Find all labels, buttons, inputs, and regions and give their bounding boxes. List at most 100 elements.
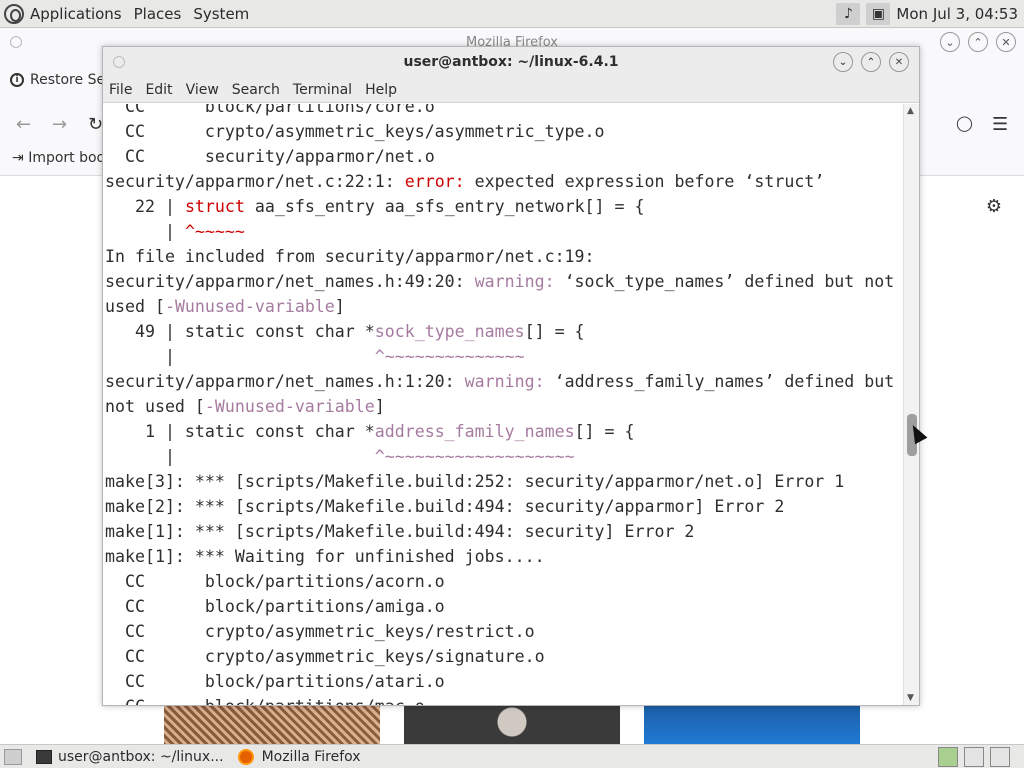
menu-edit[interactable]: Edit	[145, 82, 172, 98]
menu-applications[interactable]: Applications	[30, 5, 122, 23]
taskbar-item-label: user@antbox: ~/linux...	[58, 748, 224, 765]
terminal-text: make[3]: *** [scripts/Makefile.build:252…	[105, 472, 845, 491]
warning-text: ^~~~~~~~~~~~~~~~~~~~	[374, 447, 575, 466]
scroll-down-icon[interactable]: ▼	[907, 693, 914, 703]
scrollbar[interactable]: ▲ ▼	[903, 104, 919, 705]
window-menu-icon[interactable]	[10, 36, 22, 48]
terminal-text: ]	[374, 397, 385, 416]
terminal-line: CC crypto/asymmetric_keys/signature.o	[105, 644, 894, 669]
menu-help[interactable]: Help	[365, 82, 397, 98]
terminal-text: [] = {	[524, 322, 585, 341]
maximize-icon[interactable]: ⌃	[861, 52, 881, 72]
terminal-line: make[2]: *** [scripts/Makefile.build:494…	[105, 494, 894, 519]
back-icon[interactable]: ←	[16, 114, 31, 135]
terminal-text: CC block/partitions/amiga.o	[105, 597, 445, 616]
terminal-line: | ^~~~~~~~~~~~~~~	[105, 344, 894, 369]
maximize-icon[interactable]: ⌃	[968, 32, 988, 52]
terminal-text: 49 | static const char *	[105, 322, 375, 341]
scroll-up-icon[interactable]: ▲	[907, 106, 914, 116]
menu-places[interactable]: Places	[134, 5, 182, 23]
menu-search[interactable]: Search	[232, 82, 280, 98]
terminal-line: CC block/partitions/amiga.o	[105, 594, 894, 619]
forward-icon[interactable]: →	[52, 114, 67, 135]
terminal-text: make[1]: *** Waiting for unfinished jobs…	[105, 547, 545, 566]
firefox-icon	[237, 748, 254, 765]
terminal-line: | ^~~~~~	[105, 219, 894, 244]
terminal-text: |	[105, 447, 375, 466]
terminal-line: | ^~~~~~~~~~~~~~~~~~~~	[105, 444, 894, 469]
terminal-window: user@antbox: ~/linux-6.4.1 ⌄ ⌃ ✕ File Ed…	[102, 46, 920, 706]
error-text: error:	[404, 172, 465, 191]
terminal-line: CC block/partitions/acorn.o	[105, 569, 894, 594]
terminal-icon	[36, 749, 52, 764]
warning-text: sock_type_names	[374, 322, 525, 341]
terminal-text: CC crypto/asymmetric_keys/asymmetric_typ…	[105, 122, 605, 141]
terminal-line: not used [-Wunused-variable]	[105, 394, 894, 419]
terminal-line: 22 | struct aa_sfs_entry aa_sfs_entry_ne…	[105, 194, 894, 219]
terminal-line: used [-Wunused-variable]	[105, 294, 894, 319]
minimize-icon[interactable]: ⌄	[940, 32, 960, 52]
warning-text: -Wunused-variable	[204, 397, 375, 416]
taskbar-item-terminal[interactable]: user@antbox: ~/linux...	[36, 749, 224, 765]
close-icon[interactable]: ✕	[889, 52, 909, 72]
wallpaper-thumbnail[interactable]	[644, 706, 860, 746]
error-text: ^~~~~~	[184, 222, 245, 241]
terminal-text: ‘sock_type_names’ defined but not	[554, 272, 895, 291]
menu-system[interactable]: System	[193, 5, 249, 23]
terminal-text: CC block/partitions/core.o	[105, 104, 435, 116]
taskbar-item-firefox[interactable]: Mozilla Firefox	[237, 748, 361, 765]
minimize-icon[interactable]: ⌄	[833, 52, 853, 72]
terminal-text: ]	[334, 297, 345, 316]
hamburger-menu-icon[interactable]: ☰	[992, 114, 1008, 135]
terminal-text: CC block/partitions/atari.o	[105, 672, 445, 691]
restore-session-button[interactable]: i Restore Se	[10, 72, 105, 88]
terminal-text: CC crypto/asymmetric_keys/signature.o	[105, 647, 545, 666]
error-text: struct	[184, 197, 245, 216]
import-icon: ⇥	[12, 150, 24, 166]
menu-terminal[interactable]: Terminal	[293, 82, 352, 98]
terminal-title: user@antbox: ~/linux-6.4.1	[403, 54, 619, 70]
terminal-line: make[1]: *** Waiting for unfinished jobs…	[105, 544, 894, 569]
terminal-text: security/apparmor/net.c:22:1:	[105, 172, 405, 191]
terminal-line: security/apparmor/net_names.h:49:20: war…	[105, 269, 894, 294]
terminal-line: CC block/partitions/mac.o	[105, 694, 894, 705]
workspace-2[interactable]	[964, 747, 984, 767]
terminal-text: CC block/partitions/acorn.o	[105, 572, 445, 591]
terminal-line: CC block/partitions/core.o	[105, 104, 894, 119]
show-desktop-icon[interactable]	[4, 748, 22, 765]
reload-icon[interactable]: ↻	[88, 114, 103, 135]
workspace-3[interactable]	[990, 747, 1010, 767]
terminal-text: 1 | static const char *	[105, 422, 375, 441]
bottom-panel: user@antbox: ~/linux... Mozilla Firefox	[0, 744, 1024, 768]
gear-icon[interactable]: ⚙	[986, 196, 1002, 217]
menu-view[interactable]: View	[186, 82, 219, 98]
terminal-text: CC security/apparmor/net.o	[105, 147, 435, 166]
close-icon[interactable]: ✕	[996, 32, 1016, 52]
terminal-text: used [	[105, 297, 165, 316]
distro-logo-icon[interactable]	[4, 3, 24, 24]
wallpaper-thumbnail[interactable]	[404, 706, 620, 746]
wallpaper-thumbnail[interactable]	[164, 706, 380, 746]
terminal-titlebar[interactable]: user@antbox: ~/linux-6.4.1 ⌄ ⌃ ✕	[103, 47, 919, 77]
window-menu-icon[interactable]	[113, 56, 125, 68]
workspace-1[interactable]	[938, 747, 958, 767]
network-icon[interactable]: ▣	[866, 3, 891, 25]
terminal-text: |	[105, 347, 375, 366]
terminal-line: CC crypto/asymmetric_keys/restrict.o	[105, 619, 894, 644]
terminal-lines: CC block/partitions/core.o CC crypto/asy…	[105, 104, 894, 705]
terminal-text: CC crypto/asymmetric_keys/restrict.o	[105, 622, 535, 641]
info-icon: i	[10, 73, 24, 87]
terminal-text: ‘address_family_names’ defined but	[544, 372, 895, 391]
terminal-text: not used [	[105, 397, 205, 416]
import-bookmarks-button[interactable]: ⇥ Import boo	[12, 150, 105, 166]
volume-icon[interactable]: ♪	[836, 3, 861, 25]
warning-text: ^~~~~~~~~~~~~~~	[374, 347, 525, 366]
pocket-icon[interactable]: ◯	[956, 114, 973, 132]
warning-text: warning:	[474, 272, 555, 291]
terminal-line: 49 | static const char *sock_type_names[…	[105, 319, 894, 344]
terminal-text: 22 |	[105, 197, 185, 216]
clock[interactable]: Mon Jul 3, 04:53	[896, 5, 1018, 23]
menu-file[interactable]: File	[109, 82, 132, 98]
terminal-line: CC security/apparmor/net.o	[105, 144, 894, 169]
terminal-output[interactable]: CC block/partitions/core.o CC crypto/asy…	[103, 104, 905, 705]
